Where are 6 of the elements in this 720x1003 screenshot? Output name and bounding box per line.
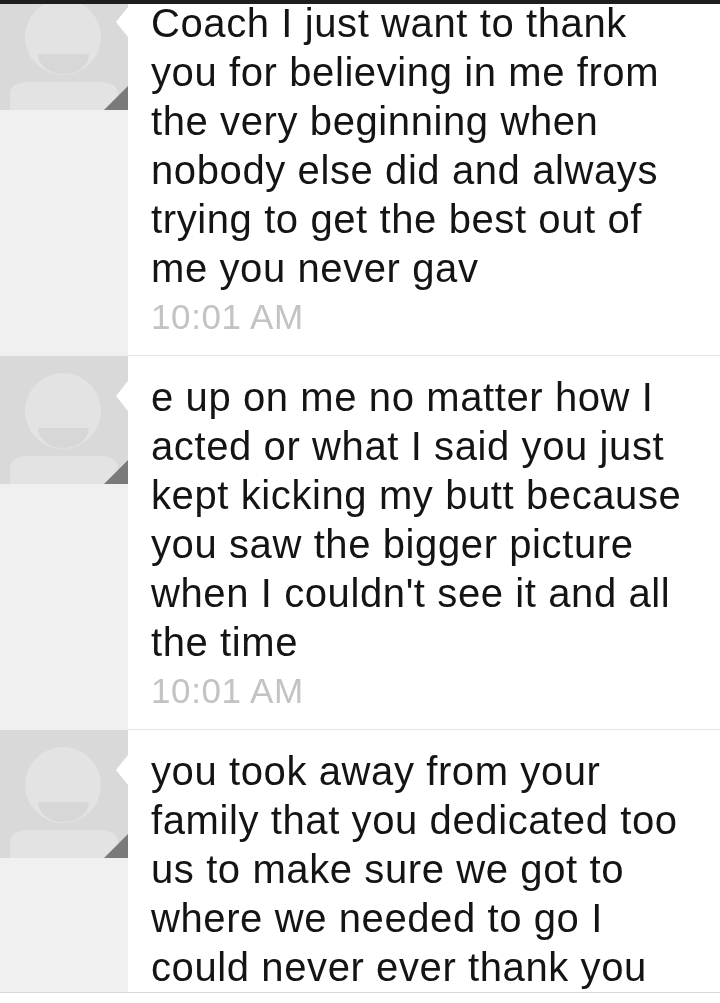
timestamp: 10:01 AM (151, 296, 304, 338)
avatar-icon[interactable] (0, 4, 128, 110)
message-text: you took away from your family that you dedicated too us to make sure we got to where we needed to go I could never ever thank you (151, 748, 679, 991)
message-text: e up on me no matter how I acted or what I said you just kept kicking my butt because you saw the bigger picture when I couldn't see it and all the time (151, 374, 683, 666)
message-text: Coach I just want to thank you for believing in me from the very beginning when nobody else did and always trying to get the best out of me you never gav (151, 4, 661, 292)
timestamp: 10:01 AM (151, 670, 304, 712)
